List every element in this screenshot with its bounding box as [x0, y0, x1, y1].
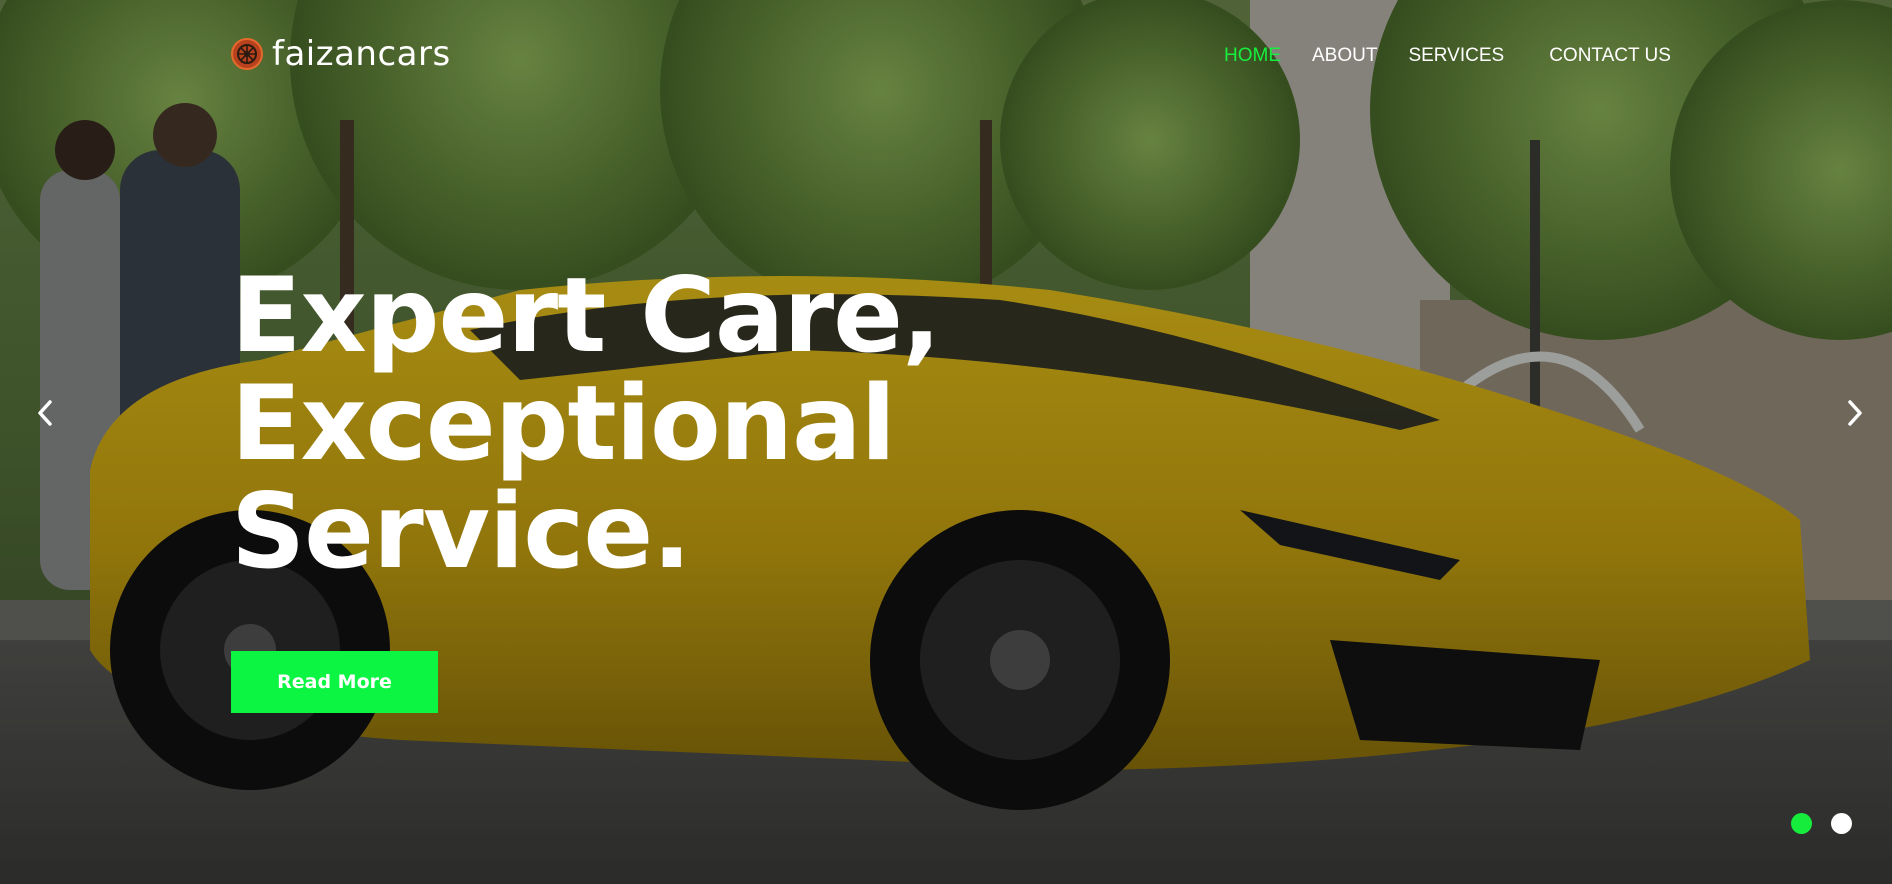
main-nav: HOME ABOUT SERVICES CONTACT US	[1224, 44, 1671, 68]
hero-headline: Expert Care, Exceptional Service.	[231, 262, 1051, 586]
headline-line: Expert Care,	[231, 256, 941, 376]
nav-services-link[interactable]: SERVICES	[1408, 44, 1504, 68]
prev-slide-button[interactable]	[30, 396, 60, 430]
next-slide-button[interactable]	[1840, 396, 1870, 430]
slide-dot-2[interactable]	[1831, 813, 1852, 834]
slide-dot-1[interactable]	[1791, 813, 1812, 834]
wheel-icon	[231, 38, 263, 70]
hero-slider: faizancars HOME ABOUT SERVICES CONTACT U…	[0, 0, 1892, 884]
slider-pagination	[1791, 813, 1852, 834]
site-logo[interactable]: faizancars	[230, 32, 451, 76]
nav-home-link[interactable]: HOME	[1224, 44, 1281, 68]
nav-about-link[interactable]: ABOUT	[1312, 44, 1377, 68]
chevron-right-icon	[1848, 400, 1862, 426]
chevron-left-icon	[38, 400, 52, 426]
headline-line: Service.	[231, 472, 691, 592]
brand-name: faizancars	[272, 34, 451, 74]
headline-line: Exceptional	[231, 364, 896, 484]
nav-contact-link[interactable]: CONTACT US	[1549, 44, 1671, 68]
read-more-button[interactable]: Read More	[231, 651, 438, 713]
